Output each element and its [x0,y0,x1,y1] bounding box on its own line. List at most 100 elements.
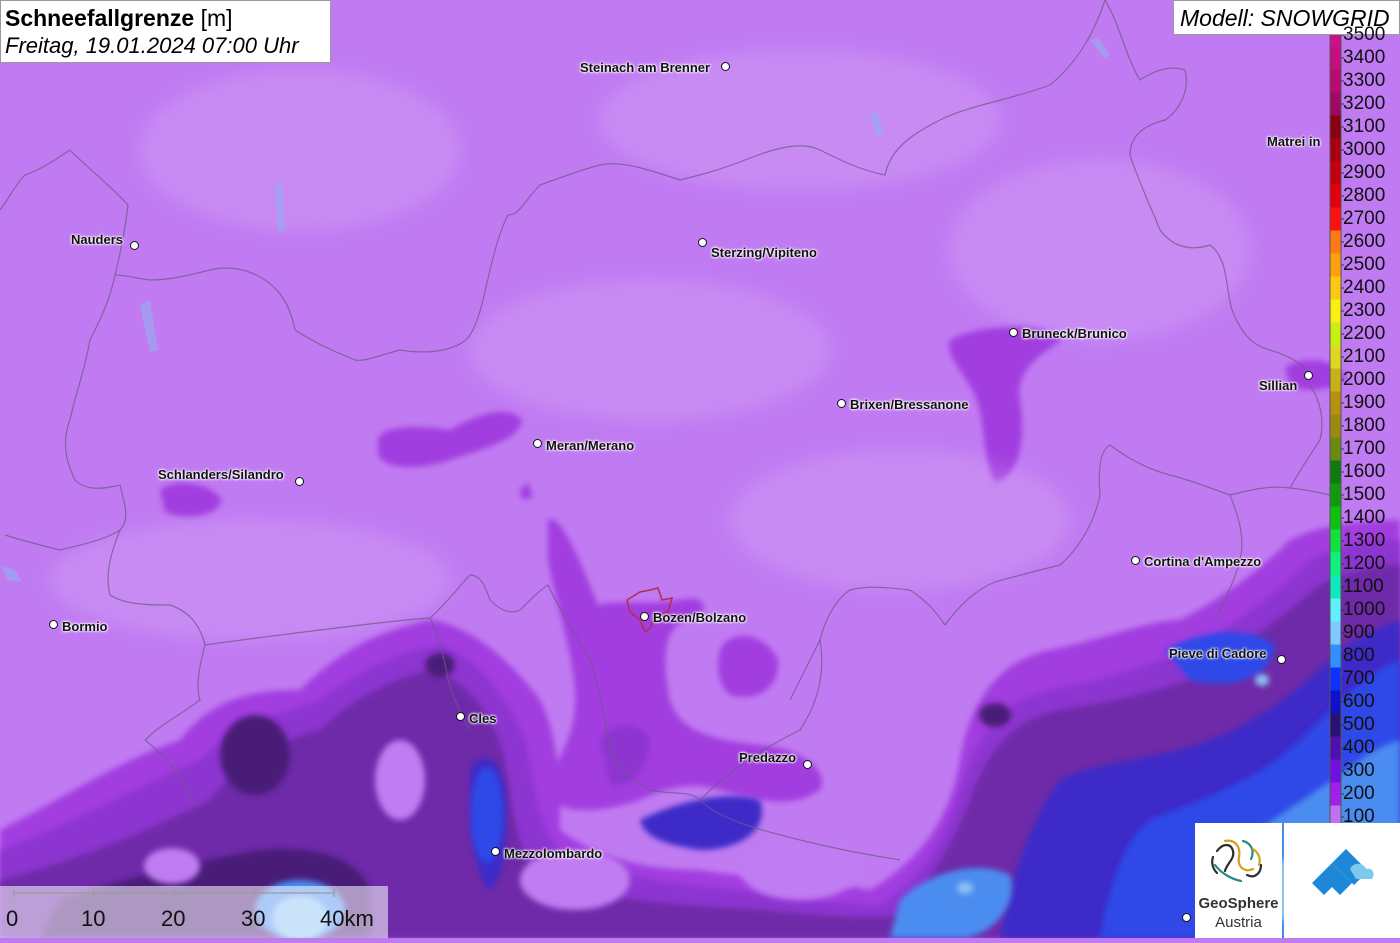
place-marker [1131,556,1140,565]
legend-label: 200 [1343,783,1375,804]
legend-label: 700 [1343,668,1375,689]
place-label: Pieve di Cadore [1169,646,1267,661]
legend-swatch [1330,598,1341,622]
legend-swatch [1330,207,1341,231]
legend-swatch [1330,92,1341,116]
scale-tick-label: 20 [161,906,186,931]
legend-swatch [1330,437,1341,461]
legend-label: 1200 [1343,553,1386,574]
map-unit: [m] [200,5,233,31]
legend-label: 600 [1343,691,1375,712]
legend-label: 3200 [1343,93,1386,114]
legend-swatch [1330,414,1341,438]
place-marker [1182,913,1191,922]
legend-label: 1800 [1343,415,1386,436]
place-marker [456,712,465,721]
legend-label: 1500 [1343,484,1386,505]
legend-label: 1700 [1343,438,1386,459]
legend-swatch [1330,138,1341,162]
place-marker [49,620,58,629]
legend-swatch [1330,115,1341,139]
legend-label: 300 [1343,760,1375,781]
legend-label: 2500 [1343,254,1386,275]
legend-label: 1300 [1343,530,1386,551]
legend-label: 2200 [1343,323,1386,344]
legend-swatch [1330,69,1341,93]
legend-swatch [1330,276,1341,300]
legend-swatch [1330,299,1341,323]
map-title: Schneefallgrenze [m] [5,5,233,31]
place-label: Cles [469,711,497,726]
place-label: Bruneck/Brunico [1022,326,1127,341]
legend-swatch [1330,782,1341,806]
legend-swatch [1330,184,1341,208]
partner-logo[interactable] [1284,823,1400,938]
legend-label: 3400 [1343,47,1386,68]
place-label: Mezzolombardo [504,846,603,861]
place-label: Nauders [71,232,124,247]
place-label: Sterzing/Vipiteno [711,245,817,260]
place-label: Cortina d'Ampezzo [1144,554,1262,569]
place-marker [1304,371,1313,380]
legend-swatch [1330,736,1341,760]
legend-swatch [1330,621,1341,645]
legend-label: 1400 [1343,507,1386,528]
legend-swatch [1330,368,1341,392]
place-label: Brixen/Bressanone [850,397,969,412]
scale-tick-label: 0 [6,906,19,931]
legend-swatch [1330,230,1341,254]
place-label: Bozen/Bolzano [653,610,747,625]
place-label: Sillian [1259,378,1298,393]
legend-swatch [1330,391,1341,415]
place-marker [721,62,730,71]
geosphere-logo-line1: GeoSphere [1198,895,1279,912]
map-datetime: Freitag, 19.01.2024 07:00 Uhr [5,33,299,58]
legend-label: 2700 [1343,208,1386,229]
legend-swatch [1330,690,1341,714]
legend-label: 1000 [1343,599,1386,620]
legend-label: 1900 [1343,392,1386,413]
scale-tick-label: 30 [241,906,266,931]
place-marker [640,612,649,621]
scale-tick-label: 10 [81,906,106,931]
geosphere-logo-line2: Austria [1215,914,1262,931]
legend-label: 2300 [1343,300,1386,321]
legend-swatch [1330,161,1341,185]
place-label: Meran/Merano [546,438,635,453]
place-label: Steinach am Brenner [580,60,711,75]
legend-label: 2400 [1343,277,1386,298]
legend-label: 1600 [1343,461,1386,482]
legend-swatch [1330,506,1341,530]
place-marker [698,238,707,247]
place-marker [491,847,500,856]
legend-label: 2000 [1343,369,1386,390]
legend-swatch [1330,552,1341,576]
geosphere-logo[interactable]: GeoSphere Austria [1195,823,1282,938]
legend-label: 2900 [1343,162,1386,183]
place-label: Bormio [62,619,108,634]
legend-label: 900 [1343,622,1375,643]
legend-label: 2600 [1343,231,1386,252]
legend-swatch [1330,667,1341,691]
legend-label: 2800 [1343,185,1386,206]
place-label: Predazzo [739,750,797,765]
snow-diamond-icon [1312,849,1374,895]
legend-label: 400 [1343,737,1375,758]
legend-label: 3100 [1343,116,1386,137]
place-marker [295,477,304,486]
legend-label: 500 [1343,714,1375,735]
legend-label: 3500 [1343,24,1386,45]
scale-bar: 0 10 20 30 40km [0,886,388,938]
scale-tick-label: 40km [320,906,374,931]
geosphere-emblem-icon [1211,839,1263,883]
place-marker [533,439,542,448]
legend-swatch [1330,713,1341,737]
place-label: Schlanders/Silandro [158,467,284,482]
legend-swatch [1330,575,1341,599]
place-marker [1009,328,1018,337]
legend-label: 3000 [1343,139,1386,160]
legend-swatch [1330,759,1341,783]
legend-swatch [1330,345,1341,369]
legend-swatch [1330,322,1341,346]
place-label: Matrei in [1267,134,1321,149]
